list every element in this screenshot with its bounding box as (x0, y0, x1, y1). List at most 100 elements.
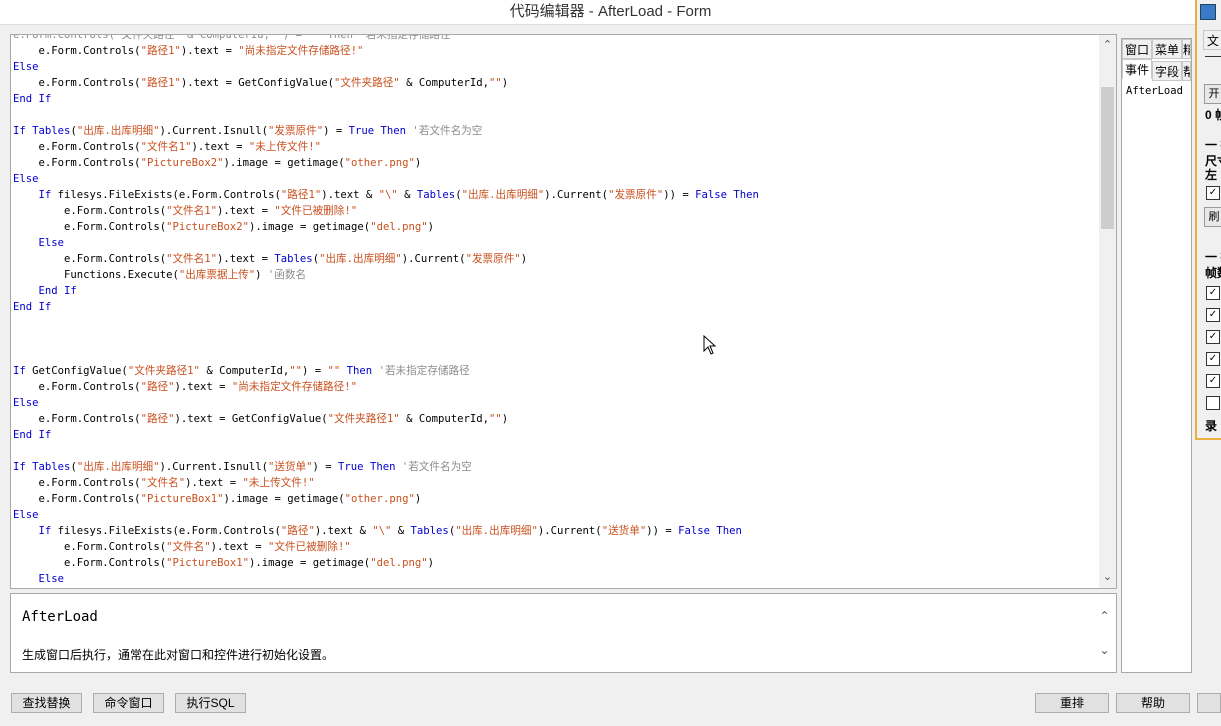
code-token: "尚未指定文件存储路径!" (238, 45, 364, 57)
help-button[interactable]: 帮助 (1116, 693, 1190, 713)
checkbox-2[interactable]: ✓ (1206, 286, 1220, 300)
command-window-button[interactable]: 命令窗口 (93, 693, 164, 713)
code-area[interactable]: e.Form.Controls("文件夹路径" & ComputerId,"")… (13, 35, 1098, 588)
code-token: ) (414, 157, 422, 169)
code-line[interactable]: If filesys.FileExists(e.Form.Controls("路… (13, 523, 742, 539)
scroll-thumb[interactable] (1101, 87, 1114, 229)
code-token: ) (414, 493, 422, 505)
code-token: "文件已被删除!" (268, 541, 351, 553)
tab-menu[interactable]: 菜单 (1152, 39, 1182, 59)
code-token: filesys.FileExists(e.Form.Controls( (51, 525, 281, 537)
float-button-refresh[interactable]: 刷 (1204, 207, 1221, 227)
tab-help[interactable]: 帮 (1182, 61, 1191, 81)
code-token: ) = (323, 125, 349, 137)
code-token: ) (501, 77, 509, 89)
checkbox-7[interactable] (1206, 396, 1220, 410)
code-token: & (397, 189, 417, 201)
checkbox-5[interactable]: ✓ (1206, 352, 1220, 366)
code-line[interactable]: End If (13, 283, 77, 299)
code-token: "文件名1" (166, 253, 217, 265)
code-token: '若未指定存储路径 (372, 365, 470, 377)
editor-vertical-scrollbar[interactable]: ⌃ ⌄ (1099, 35, 1116, 588)
extra-button[interactable] (1197, 693, 1221, 713)
tab-fields[interactable]: 字段 (1152, 61, 1182, 81)
code-line[interactable]: e.Form.Controls("路径1").text = GetConfigV… (13, 75, 509, 91)
scroll-down-icon[interactable]: ⌄ (1099, 569, 1116, 586)
checkbox-4[interactable]: ✓ (1206, 330, 1220, 344)
code-token: )) = (646, 525, 679, 537)
checkbox-1[interactable]: ✓ (1206, 186, 1220, 200)
code-token: ) (427, 557, 434, 569)
code-token: ).text = (180, 45, 239, 57)
code-line[interactable]: Else (13, 235, 65, 251)
execute-sql-button[interactable]: 执行SQL (175, 693, 246, 713)
floating-panel: 文 开 0 帧 一 排 尺寸 左 ✓ 刷 一 排 帧数 ✓ ✓ ✓ ✓ ✓ 录 (1195, 0, 1221, 440)
code-token: "路径" (140, 413, 175, 425)
code-token: "文件夹路径1" (327, 413, 400, 425)
code-line[interactable]: If Tables("出库.出库明细").Current.Isnull("送货单… (13, 459, 472, 475)
code-token: "文件名" (140, 477, 186, 489)
code-token: "送货单" (267, 461, 313, 473)
code-token: Tables (416, 189, 456, 201)
code-token: e.Form.Controls( (13, 221, 167, 233)
code-line[interactable]: If GetConfigValue("文件夹路径1" & ComputerId,… (13, 363, 470, 379)
code-line[interactable]: e.Form.Controls("路径1").text = "尚未指定文件存储路… (13, 43, 364, 59)
code-line[interactable]: Else (13, 171, 39, 187)
tab-window[interactable]: 窗口 (1122, 39, 1152, 59)
code-token: e.Form.Controls( (13, 493, 141, 505)
code-line[interactable]: e.Form.Controls("文件名1").text = "文件已被删除!" (13, 203, 357, 219)
code-token: End If (13, 301, 52, 313)
code-line[interactable]: e.Form.Controls("文件名1").text = Tables("出… (13, 251, 527, 267)
code-token: ) = (302, 365, 328, 377)
find-replace-button[interactable]: 查找替换 (11, 693, 82, 713)
code-line[interactable]: e.Form.Controls("路径").text = "尚未指定文件存储路径… (13, 379, 358, 395)
tab-more-1[interactable]: 精 (1182, 39, 1191, 59)
code-line[interactable]: e.Form.Controls("PictureBox2").image = g… (13, 155, 422, 171)
code-line[interactable]: End If (13, 91, 51, 107)
code-token: Tables (32, 125, 71, 137)
code-token: e.Form.Controls( (13, 205, 167, 217)
code-token: "" (289, 365, 302, 377)
code-editor[interactable]: e.Form.Controls("文件夹路径" & ComputerId,"")… (10, 34, 1117, 589)
code-token: ).image = getimage( (249, 557, 371, 569)
code-line[interactable]: Else (13, 395, 39, 411)
scroll-up-icon[interactable]: ⌃ (1099, 37, 1116, 54)
code-line[interactable]: e.Form.Controls("PictureBox1").image = g… (13, 555, 434, 571)
code-line[interactable]: If Tables("出库.出库明细").Current.Isnull("发票原… (13, 123, 482, 139)
desc-scroll-up-icon[interactable]: ⌃ (1096, 608, 1113, 625)
code-line[interactable]: Else (13, 507, 39, 523)
code-line[interactable]: Else (13, 571, 65, 587)
code-line[interactable]: Functions.Execute("出库票据上传") '函数名 (13, 267, 306, 283)
checkbox-3[interactable]: ✓ (1206, 308, 1220, 322)
event-list-item[interactable]: AfterLoad (1126, 85, 1183, 97)
code-token: ).text = (217, 253, 275, 265)
code-line[interactable]: e.Form.Controls("文件夹路径" & ComputerId,"")… (13, 35, 450, 43)
code-line[interactable]: e.Form.Controls("文件名").text = "未上传文件!" (13, 475, 315, 491)
code-line[interactable]: e.Form.Controls("路径").text = GetConfigVa… (13, 411, 509, 427)
code-token: "" (489, 413, 502, 425)
code-token: "出库票据上传" (178, 269, 256, 281)
code-line[interactable]: e.Form.Controls("文件名").text = "文件已被删除!" (13, 539, 351, 555)
desc-scroll-down-icon[interactable]: ⌄ (1096, 642, 1113, 659)
code-token: ).image = getimage( (223, 493, 345, 505)
code-token: & ComputerId, (199, 365, 290, 377)
code-token: "发票原件" (465, 253, 521, 265)
code-line[interactable]: e.Form.Controls("文件名1").text = "未上传文件!" (13, 139, 322, 155)
code-token: Else (13, 61, 39, 73)
code-token: ) (427, 221, 434, 233)
code-line[interactable]: e.Form.Controls("PictureBox1").image = g… (13, 491, 422, 507)
code-line[interactable]: End If (13, 427, 51, 443)
code-token: "出库.出库明细" (76, 461, 160, 473)
rearrange-button[interactable]: 重排 (1035, 693, 1109, 713)
code-line[interactable]: Else (13, 59, 39, 75)
tab-events[interactable]: 事件 (1122, 59, 1152, 79)
float-tab[interactable]: 文 (1203, 30, 1221, 50)
float-button-open[interactable]: 开 (1204, 84, 1221, 104)
code-token: "\" (372, 525, 392, 537)
code-line[interactable]: End If (13, 299, 51, 315)
code-line[interactable]: If filesys.FileExists(e.Form.Controls("路… (13, 187, 759, 203)
checkbox-6[interactable]: ✓ (1206, 374, 1220, 388)
code-line[interactable]: e.Form.Controls("PictureBox2").image = g… (13, 219, 434, 235)
